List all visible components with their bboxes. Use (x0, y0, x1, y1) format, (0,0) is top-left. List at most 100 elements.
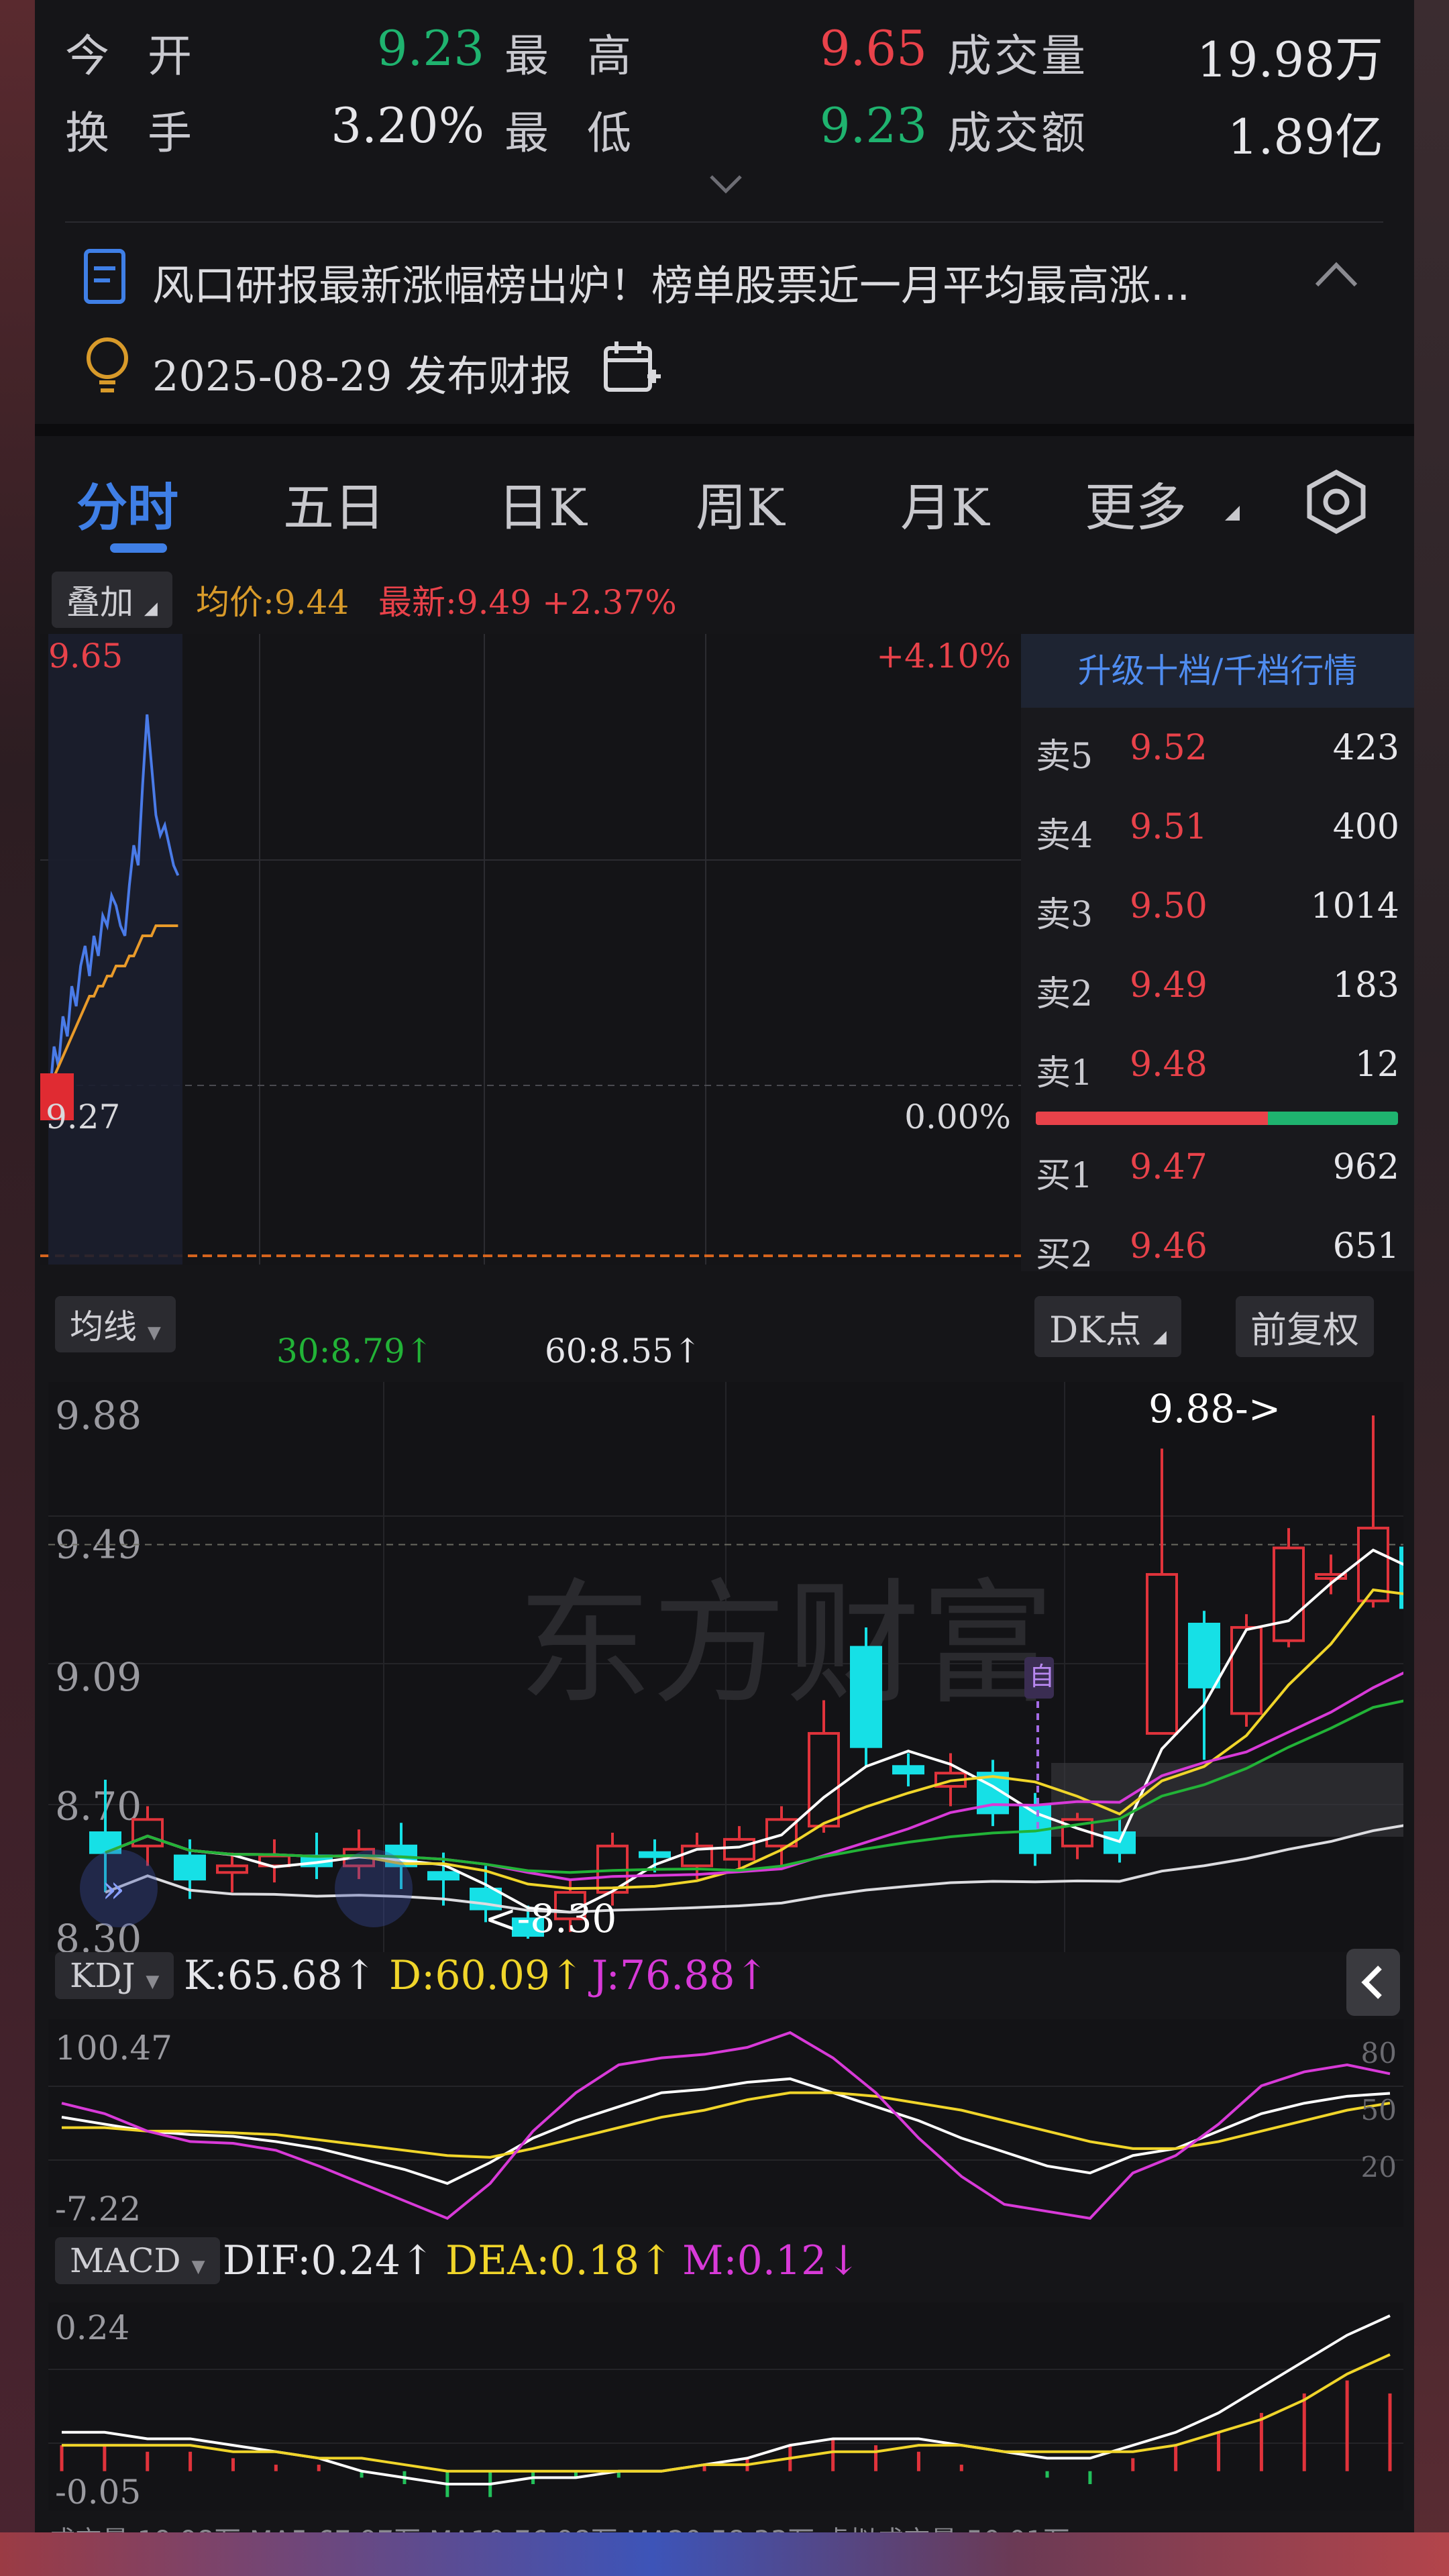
kdj-min: -7.22 (55, 2190, 141, 2227)
turnover-label: 换 手 (65, 107, 204, 159)
news-headline[interactable]: 风口研报最新涨幅榜出炉！榜单股票近一月平均最高涨... (152, 252, 1190, 312)
ma-button[interactable]: 均线 ▼ (55, 1296, 176, 1352)
candle-body (216, 1864, 248, 1874)
kdj-button[interactable]: KDJ ▼ (55, 1952, 174, 1999)
order-volume: 962 (1332, 1147, 1399, 1187)
amount-label: 成交额 (947, 107, 1088, 159)
self-select-label: 自 (1029, 1662, 1055, 1691)
ask-ratio-fill (1036, 1112, 1268, 1125)
overlay-dropdown-icon: ◢ (144, 598, 158, 619)
order-price: 9.46 (1130, 1226, 1208, 1267)
tab-monthly-k[interactable]: 月K (900, 466, 989, 540)
macd-button[interactable]: MACD ▼ (55, 2237, 220, 2284)
low-label: 最 低 (504, 107, 643, 159)
candle-body (1230, 1625, 1263, 1715)
macd-m-value: M:0.12↓ (682, 2237, 861, 2284)
double-chevron-glyph: » (102, 1868, 125, 1911)
kdj-label: KDJ (70, 1956, 136, 1995)
settings-hexagon-icon[interactable] (1303, 468, 1370, 535)
order-price: 9.50 (1130, 886, 1208, 926)
upgrade-link[interactable]: 升级十档/千档行情 (1021, 634, 1414, 708)
order-price: 9.52 (1130, 728, 1208, 768)
kline-y-tick: 9.88 (55, 1393, 142, 1438)
order-level-label: 卖2 (1036, 974, 1093, 1014)
order-price: 9.47 (1130, 1147, 1208, 1187)
chevron-left-icon (1361, 1966, 1382, 1999)
adjust-button[interactable]: 前复权 (1236, 1296, 1374, 1357)
dk-highlight-zone (1051, 1763, 1403, 1837)
kline-min-note: <-8.30 (484, 1896, 616, 1941)
order-price: 9.51 (1130, 807, 1208, 847)
tab-weekly-k[interactable]: 周K (696, 466, 785, 540)
background-bottom-band (0, 2532, 1449, 2576)
order-price: 9.48 (1130, 1044, 1208, 1085)
macd-dea-value: DEA:0.18↑ (445, 2237, 674, 2284)
kdj-level-80: 80 (1361, 2037, 1397, 2070)
expand-arrows-icon[interactable] (335, 1849, 413, 1927)
open-value: 9.23 (376, 20, 484, 76)
latest-price: 最新:9.49 +2.37% (378, 583, 677, 622)
order-level-label: 卖4 (1036, 816, 1093, 856)
candle-body (131, 1818, 164, 1847)
collapse-indicators-button[interactable] (1346, 1949, 1400, 2016)
order-price: 9.49 (1130, 965, 1208, 1006)
kline-header-strip (35, 1271, 1414, 1305)
order-level-label: 买1 (1036, 1156, 1093, 1196)
upgrade-banner[interactable]: 升级十档/千档行情 (1021, 634, 1414, 708)
kdj-k-value: K:65.68↑ (184, 1952, 377, 1999)
open-label: 今 开 (65, 30, 204, 82)
kdj-chart[interactable]: 100.47 -7.22 80 50 20 (48, 2019, 1403, 2227)
background-edge-left (0, 0, 35, 2576)
kdj-level-20: 20 (1361, 2151, 1397, 2184)
volume-value: 19.98万 (1196, 32, 1383, 88)
document-icon (82, 248, 129, 305)
candle-body (808, 1731, 840, 1828)
order-volume: 651 (1332, 1226, 1399, 1267)
overlay-button[interactable]: 叠加 ◢ (52, 572, 172, 628)
tab-intraday[interactable]: 分时 (76, 466, 178, 540)
macd-min: -0.05 (55, 2473, 141, 2510)
order-volume: 423 (1332, 728, 1399, 768)
candle-body (1146, 1572, 1178, 1735)
more-dropdown-icon (1222, 503, 1242, 523)
macd-label: MACD (70, 2241, 181, 2280)
order-level-label: 买2 (1036, 1235, 1093, 1275)
candle-body (723, 1837, 755, 1861)
kdj-level-50: 50 (1361, 2094, 1397, 2127)
watermark: 东方财富 (518, 1566, 1055, 1723)
intraday-base-price: 9.27 (46, 1097, 120, 1136)
intraday-chart[interactable]: 9.65 +4.10% 9.27 0.00% (35, 634, 1021, 1271)
add-calendar-icon[interactable] (602, 339, 662, 396)
volume-summary-strip: 成交量 19.98万 MA5:67.97万 MA10:76.98万 MA20:5… (48, 2519, 1403, 2532)
order-level-label: 卖5 (1036, 737, 1093, 777)
dk-dropdown-icon: ◢ (1152, 1327, 1167, 1347)
order-volume: 12 (1354, 1044, 1399, 1085)
order-book: 升级十档/千档行情 卖5 9.52 423 卖4 9.51 400 卖3 9.50 1014 卖2… (1021, 634, 1414, 1275)
collapse-chevron-icon[interactable] (1313, 258, 1360, 292)
dk-point-button[interactable]: DK点 ◢ (1034, 1296, 1181, 1357)
candle-body (892, 1765, 924, 1775)
ma-label: 均线 (70, 1307, 137, 1346)
macd-dif-value: DIF:0.24↑ (223, 2237, 435, 2284)
chart-tabs: 分时 五日 日K 周K 月K 更多 (35, 436, 1414, 570)
tab-five-day[interactable]: 五日 (283, 466, 385, 540)
candle-body (174, 1854, 206, 1881)
candle-body (427, 1871, 460, 1881)
low-value: 9.23 (819, 97, 927, 154)
event-date: 2025-08-29 发布财报 (152, 352, 572, 400)
tab-more[interactable]: 更多 (1085, 466, 1187, 540)
amount-value: 1.89亿 (1227, 109, 1383, 165)
kline-chart[interactable]: 东方财富 9.889.499.098.708.30 自 9.88-> <-8.3… (48, 1382, 1403, 1952)
macd-chart[interactable]: 0.24 -0.05 (48, 2302, 1403, 2510)
bid-ask-ratio-bar (1036, 1112, 1398, 1125)
order-level-label: 卖1 (1036, 1053, 1093, 1093)
kdj-max: 100.47 (55, 2029, 172, 2068)
intraday-high-price: 9.65 (48, 637, 123, 676)
tab-daily-k[interactable]: 日K (498, 466, 587, 540)
expand-chevron-icon[interactable] (706, 171, 746, 198)
high-value: 9.65 (819, 20, 927, 76)
volume-label: 成交量 (947, 30, 1088, 82)
intraday-base-pct: 0.00% (904, 1097, 1011, 1136)
stock-detail-screen: 今 开 9.23 最 高 9.65 成交量 19.98万 换 手 3.20% 最… (35, 0, 1414, 2532)
candle-body (639, 1851, 671, 1858)
